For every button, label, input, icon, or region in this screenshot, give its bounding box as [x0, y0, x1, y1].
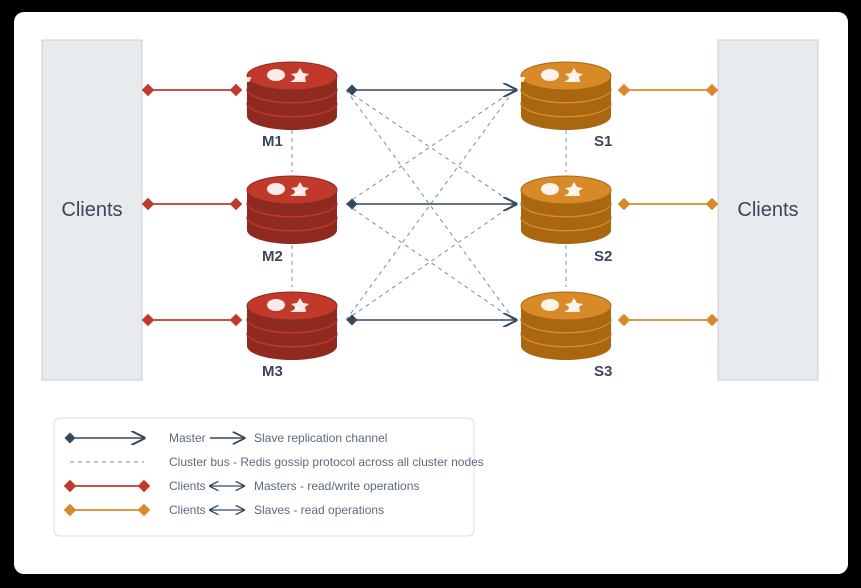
replication-lines [352, 90, 516, 320]
master-label-1: M1 [262, 133, 283, 150]
client-slave-lines [624, 90, 712, 320]
master-label-3: M3 [262, 363, 283, 380]
legend-row2: Cluster bus - Redis gossip protocol acro… [169, 455, 484, 469]
diagram-svg: Clients Clients [14, 12, 848, 574]
slave-label-2: S2 [594, 248, 612, 265]
clients-right-label: Clients [737, 199, 798, 221]
slave-label-3: S3 [594, 363, 612, 380]
legend-row4-b: Slaves - read operations [254, 503, 384, 517]
legend-row4-a: Clients [169, 503, 206, 517]
slave-node-s1 [515, 62, 611, 130]
slave-node-s3 [431, 292, 611, 360]
master-node-m1 [241, 62, 337, 130]
master-node-m2 [199, 176, 337, 244]
legend: Master Slave replication channel Cluster… [54, 418, 484, 536]
master-label-2: M2 [262, 248, 283, 265]
legend-row1-b: Slave replication channel [254, 431, 387, 445]
diagram-card: Clients Clients [14, 12, 848, 574]
master-node-m3 [157, 292, 337, 360]
legend-row3-b: Masters - read/write operations [254, 479, 419, 493]
client-master-lines [148, 90, 236, 320]
slave-label-1: S1 [594, 133, 612, 150]
legend-row1-a: Master [169, 431, 206, 445]
slave-node-s2 [473, 176, 611, 244]
legend-row3-a: Clients [169, 479, 206, 493]
clients-left-label: Clients [61, 199, 122, 221]
